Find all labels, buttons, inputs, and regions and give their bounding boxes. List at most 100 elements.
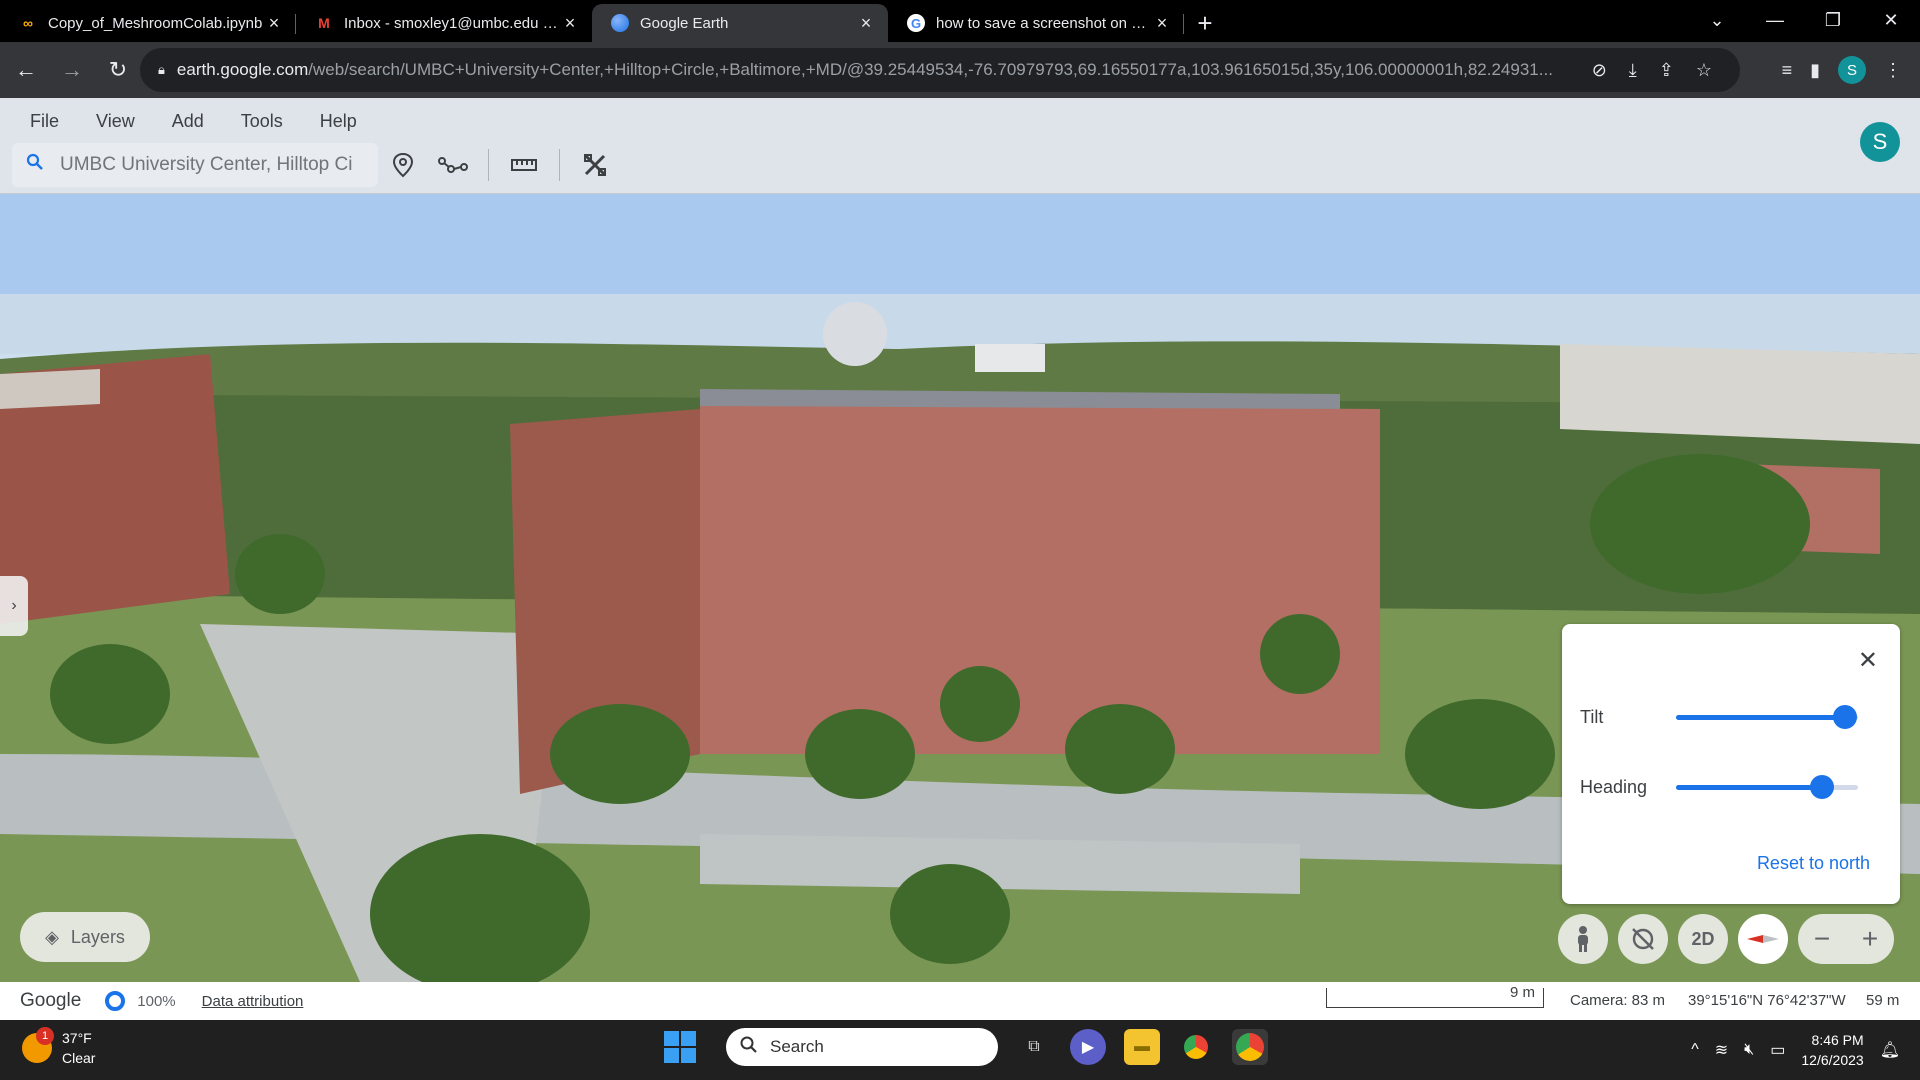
earth-status-bar: Google 100% Data attribution 9 m Camera:…	[0, 982, 1920, 1020]
projects-tools-icon[interactable]	[570, 143, 620, 187]
file-explorer-icon[interactable]: ▬	[1124, 1029, 1160, 1065]
weather-desc: Clear	[62, 1050, 96, 1066]
zoom-out-button[interactable]: −	[1798, 914, 1846, 964]
tilt-slider-fill	[1676, 714, 1846, 720]
add-placemark-icon[interactable]	[378, 143, 428, 187]
scale-bar: 9 m	[1326, 984, 1544, 1008]
loading-progress-icon	[105, 991, 126, 1011]
reading-list-icon[interactable]: ≡	[1782, 60, 1793, 81]
weather-moon-icon: 1	[22, 1027, 54, 1063]
search-icon	[26, 153, 44, 177]
layers-button[interactable]: ◈ Layers	[20, 912, 150, 962]
tab-title: how to save a screenshot on win	[936, 14, 1152, 32]
notifications-icon[interactable]: 🔔︎	[1880, 1040, 1900, 1060]
earth-header: File View Add Tools Help S	[0, 98, 1920, 194]
map-controls: 2D − +	[1558, 914, 1894, 964]
tab-search-chevron-icon[interactable]: ⌄	[1688, 0, 1746, 40]
browser-toolbar-right: ≡ ▮ S ⋮	[1782, 50, 1920, 90]
zoom-controls: − +	[1798, 914, 1894, 964]
task-view-icon[interactable]: ⧉	[1016, 1029, 1052, 1065]
lock-icon: 🔒︎	[158, 62, 165, 77]
restore-button[interactable]: ❐	[1804, 0, 1862, 40]
side-panel-icon[interactable]: ▮	[1810, 60, 1820, 81]
earth-account-avatar[interactable]: S	[1860, 122, 1900, 162]
sidebar-expand-button[interactable]: ›	[0, 576, 28, 636]
menu-tools[interactable]: Tools	[229, 104, 308, 138]
earth-menu-bar: File View Add Tools Help	[18, 104, 382, 138]
weather-text: 37°F Clear	[62, 1028, 95, 1068]
reload-button[interactable]: ↻	[98, 50, 138, 90]
close-tab-icon[interactable]: ×	[856, 13, 876, 34]
earth-search-input[interactable]	[60, 154, 370, 176]
bookmark-star-icon[interactable]: ☆	[1696, 60, 1712, 81]
tilt-slider[interactable]	[1676, 704, 1858, 729]
more-menu-icon[interactable]: ⋮	[1884, 60, 1902, 81]
share-icon[interactable]: ⇪	[1659, 60, 1674, 81]
teams-chat-icon[interactable]: ▶	[1070, 1029, 1106, 1065]
ground-elevation: 59 m	[1866, 992, 1900, 1009]
menu-file[interactable]: File	[18, 104, 84, 138]
forward-button[interactable]: →	[52, 50, 92, 90]
tilt-slider-handle[interactable]	[1833, 704, 1858, 729]
free-look-icon[interactable]	[1618, 914, 1668, 964]
battery-icon[interactable]: ▭	[1770, 1040, 1785, 1060]
cursor-coordinates: 39°15'16"N 76°42'37"W	[1688, 992, 1846, 1009]
reset-to-north-link[interactable]: Reset to north	[1757, 853, 1870, 874]
install-app-icon[interactable]: ⤓	[1629, 60, 1637, 81]
menu-view[interactable]: View	[84, 104, 160, 138]
close-icon[interactable]: ✕	[1858, 646, 1878, 675]
layers-label: Layers	[70, 926, 125, 947]
heading-row: Heading	[1580, 772, 1880, 802]
url-text: earth.google.com/web/search/UMBC+Univers…	[176, 60, 1553, 79]
toolbar-divider	[488, 149, 489, 181]
tab-google-search[interactable]: G how to save a screenshot on win ×	[888, 4, 1184, 42]
show-hidden-icons-icon[interactable]: ^	[1691, 1041, 1699, 1059]
pegman-icon[interactable]	[1558, 914, 1608, 964]
toggle-2d-button[interactable]: 2D	[1678, 914, 1728, 964]
tab-gmail[interactable]: M Inbox - smoxley1@umbc.edu - U ×	[296, 4, 592, 42]
taskbar-search[interactable]: Search	[726, 1028, 998, 1066]
compass-icon[interactable]	[1738, 914, 1788, 964]
toolbar-divider	[559, 149, 560, 181]
taskbar-apps: Search ⧉ ▶ ▬	[664, 1028, 1268, 1066]
data-attribution-link[interactable]: Data attribution	[202, 993, 304, 1010]
menu-help[interactable]: Help	[308, 104, 382, 138]
address-bar[interactable]: 🔒︎ earth.google.com/web/search/UMBC+Univ…	[140, 48, 1740, 92]
close-tab-icon[interactable]: ×	[1152, 13, 1172, 34]
minimize-button[interactable]: —	[1746, 0, 1804, 40]
tab-google-earth[interactable]: Google Earth ×	[592, 4, 888, 42]
close-tab-icon[interactable]: ×	[264, 13, 284, 34]
layers-icon: ◈	[45, 926, 59, 947]
google-icon: G	[906, 13, 926, 33]
weather-widget[interactable]: 1 37°F Clear	[22, 1027, 95, 1068]
google-logo: Google	[20, 990, 82, 1011]
clock[interactable]: 8:46 PM 12/6/2023	[1801, 1030, 1863, 1070]
heading-slider[interactable]	[1676, 774, 1858, 799]
browser-toolbar: ← → ↻ 🔒︎ earth.google.com/web/search/UMB…	[0, 42, 1920, 98]
tab-colab[interactable]: ∞ Copy_of_MeshroomColab.ipynb ×	[0, 4, 296, 42]
location-blocked-icon[interactable]: ⊘	[1592, 60, 1607, 81]
windows-taskbar: 1 37°F Clear Search ⧉ ▶ ▬ ^ ≋ 🔇︎ ▭ 8:46 …	[0, 1020, 1920, 1080]
earth-3d-view[interactable]: › ◈ Layers ✕ Tilt Heading Reset to north	[0, 194, 1920, 982]
measure-ruler-icon[interactable]	[499, 143, 549, 187]
chrome-profile-icon[interactable]	[1232, 1029, 1268, 1065]
heading-slider-fill	[1676, 784, 1822, 790]
speaker-muted-icon[interactable]: 🔇︎	[1744, 1041, 1754, 1059]
heading-label: Heading	[1580, 776, 1648, 797]
heading-slider-handle[interactable]	[1809, 774, 1834, 799]
profile-avatar[interactable]: S	[1838, 56, 1866, 84]
tilt-label: Tilt	[1580, 706, 1604, 727]
back-button[interactable]: ←	[6, 50, 46, 90]
zoom-in-button[interactable]: +	[1846, 914, 1894, 964]
close-tab-icon[interactable]: ×	[560, 13, 580, 34]
menu-add[interactable]: Add	[160, 104, 229, 138]
earth-search-box[interactable]	[12, 143, 378, 187]
chrome-icon[interactable]	[1178, 1029, 1214, 1065]
windows-start-icon[interactable]	[664, 1031, 696, 1063]
tilt-row: Tilt	[1580, 702, 1880, 732]
draw-path-icon[interactable]	[428, 143, 478, 187]
new-tab-button[interactable]: +	[1184, 4, 1226, 42]
wifi-icon[interactable]: ≋	[1715, 1040, 1728, 1060]
scale-label: 9 m	[1509, 984, 1535, 1001]
close-window-button[interactable]: ✕	[1862, 0, 1920, 40]
